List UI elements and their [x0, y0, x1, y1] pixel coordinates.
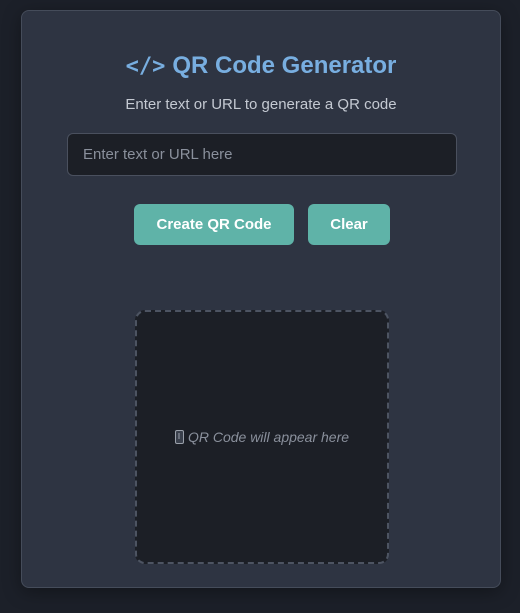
qr-text-input[interactable] — [67, 133, 457, 176]
qr-code-output-area: QR Code will appear here — [135, 310, 389, 564]
code-icon: </> — [125, 54, 166, 79]
mobile-phone-icon — [174, 430, 184, 444]
qr-placeholder: QR Code will appear here — [174, 429, 350, 445]
clear-button[interactable]: Clear — [308, 204, 390, 245]
create-qr-code-button[interactable]: Create QR Code — [134, 204, 294, 245]
qr-generator-card: </> QR Code Generator Enter text or URL t… — [21, 10, 501, 588]
page-title: </> QR Code Generator — [22, 51, 500, 82]
qr-placeholder-text: QR Code will appear here — [187, 429, 350, 445]
page-subtitle: Enter text or URL to generate a QR code — [125, 96, 397, 113]
page-title-text: QR Code Generator — [172, 52, 397, 79]
